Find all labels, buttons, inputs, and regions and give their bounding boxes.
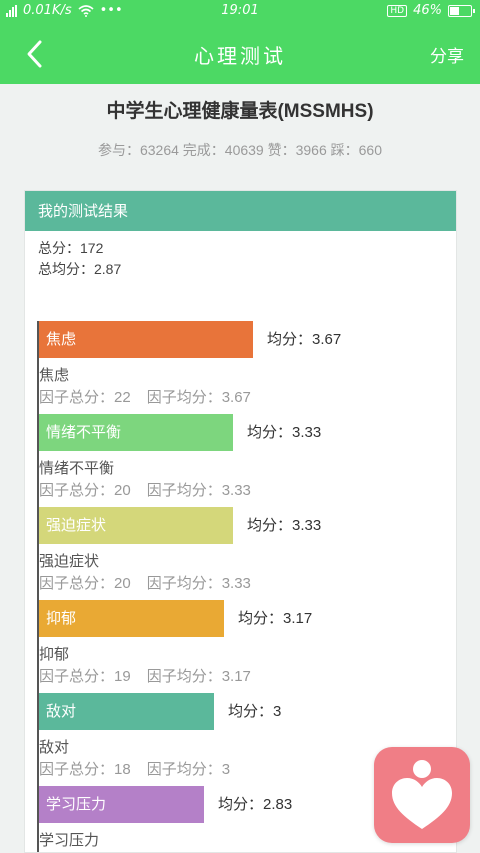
factor-average-label: 均分：3: [228, 703, 282, 720]
factor-scores: 因子总分：18 因子均分：3: [39, 758, 230, 779]
factor-average: 因子均分：3.67: [146, 389, 251, 406]
factor-name: 抑郁: [39, 645, 70, 663]
factor-average-label: 均分：3.33: [247, 517, 322, 534]
factor-total: 因子总分：20: [39, 575, 131, 592]
page-title: 心理测试: [194, 44, 286, 68]
factor-bar: 敌对: [39, 693, 214, 730]
status-bar: 0.01K/s ••• 19:01 HD 46%: [0, 0, 480, 24]
factor-name: 焦虑: [39, 366, 70, 384]
heart-person-logo-icon: [392, 760, 452, 829]
app-logo-button[interactable]: [374, 747, 470, 843]
factor-scores: 因子总分：20 因子均分：3.33: [39, 479, 251, 500]
factor-name: 学习压力: [39, 831, 100, 849]
totals: 总分：172 总均分：2.87: [25, 231, 456, 280]
scale-title: 中学生心理健康量表(MSSMHS): [106, 101, 374, 122]
factor-average-label: 均分：3.67: [267, 331, 342, 348]
factor-row: 情绪不平衡 均分：3.33 情绪不平衡 因子总分：20 因子均分：3.33: [39, 414, 456, 507]
factor-row: 强迫症状 均分：3.33 强迫症状 因子总分：20 因子均分：3.33: [39, 507, 456, 600]
factor-average: 因子均分：3.33: [146, 575, 251, 592]
result-heading: 我的测试结果: [25, 191, 456, 231]
factor-average: 因子均分：3.33: [146, 482, 251, 499]
factor-total: 因子总分：20: [39, 482, 131, 499]
factor-scores: 因子总分：22 因子均分：3.67: [39, 386, 251, 407]
share-button[interactable]: 分享: [430, 42, 464, 67]
factor-bar: 焦虑: [39, 321, 253, 358]
total-average: 总均分：2.87: [38, 261, 122, 277]
factor-scores: 因子总分：19 因子均分：3.17: [39, 665, 251, 686]
factor-bar: 学习压力: [39, 786, 204, 823]
app-header: 心理测试 分享: [0, 24, 480, 84]
factor-average-label: 均分：2.83: [218, 796, 293, 813]
factor-row: 抑郁 均分：3.17 抑郁 因子总分：19 因子均分：3.17: [39, 600, 456, 693]
factor-average-label: 均分：3.33: [247, 424, 322, 441]
factor-average: 因子均分：3.17: [146, 668, 251, 685]
factor-total: 因子总分：19: [39, 668, 131, 685]
factor-total: 因子总分：22: [39, 389, 131, 406]
battery-percent: 46%: [413, 3, 442, 18]
battery-icon: [448, 4, 475, 17]
factor-name: 强迫症状: [39, 552, 100, 570]
scale-stats: 参与：63264 完成：40639 赞：3966 踩：660: [97, 142, 383, 158]
factor-bar: 情绪不平衡: [39, 414, 233, 451]
factor-scores: 因子总分：20 因子均分：3.33: [39, 572, 251, 593]
factor-name: 敌对: [39, 738, 70, 756]
total-score: 总分：172: [38, 240, 104, 256]
factor-bar: 抑郁: [39, 600, 224, 637]
factor-name: 情绪不平衡: [39, 459, 115, 477]
factor-row: 焦虑 均分：3.67 焦虑 因子总分：22 因子均分：3.67: [39, 321, 456, 414]
page-content: 中学生心理健康量表(MSSMHS) 参与：63264 完成：40639 赞：39…: [0, 84, 480, 853]
factor-average: 因子均分：3: [146, 761, 231, 778]
factor-total: 因子总分：18: [39, 761, 131, 778]
hd-badge: HD: [387, 4, 408, 17]
factor-average-label: 均分：3.17: [238, 610, 313, 627]
factor-bar: 强迫症状: [39, 507, 233, 544]
